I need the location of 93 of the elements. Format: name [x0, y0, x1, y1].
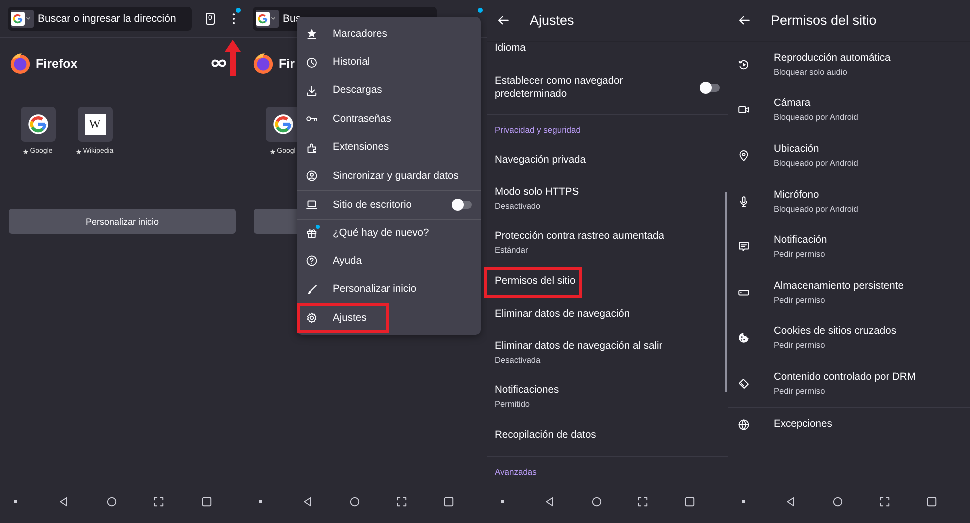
menu-item[interactable]: Marcadores — [297, 20, 481, 48]
screen-title: Ajustes — [530, 13, 574, 28]
menu-item[interactable]: Extensiones — [297, 134, 481, 162]
brush-icon — [306, 284, 318, 296]
settings-item[interactable]: Idioma — [487, 42, 728, 66]
home-icon[interactable] — [590, 496, 602, 508]
camera-icon — [738, 104, 750, 116]
screenshot-icon[interactable] — [396, 496, 408, 508]
recents-icon[interactable] — [443, 496, 455, 508]
settings-item[interactable]: Modo solo HTTPS Desactivado — [487, 177, 728, 221]
shortcut-tile[interactable]: W — [78, 107, 112, 142]
infinity-icon[interactable] — [210, 59, 228, 68]
customize-button[interactable]: Personalizar inicio — [9, 209, 236, 234]
back-icon[interactable] — [544, 496, 556, 508]
permission-item[interactable]: Cookies de sitios cruzados Pedir permiso — [728, 316, 970, 362]
permission-item[interactable]: Cámara Bloqueado por Android — [728, 88, 970, 134]
google-logo-icon — [28, 114, 48, 135]
recents-icon[interactable] — [926, 496, 938, 508]
location-icon — [738, 150, 750, 162]
recents-icon[interactable] — [201, 496, 213, 508]
brand-name: Fir — [279, 56, 295, 70]
microphone-icon — [738, 196, 750, 208]
screenshot-icon[interactable] — [637, 496, 650, 508]
firefox-logo-icon — [9, 52, 32, 75]
menu-item[interactable]: Descargas — [297, 76, 481, 106]
home-icon[interactable] — [349, 496, 361, 508]
globe-icon — [738, 418, 750, 431]
shortcut-tile[interactable] — [20, 107, 56, 142]
recents-icon[interactable] — [684, 496, 696, 508]
google-logo-icon — [11, 12, 25, 26]
star-icon — [270, 148, 276, 154]
menu-item[interactable]: Personalizar inicio — [297, 276, 481, 304]
permission-item[interactable]: Contenido controlado por DRM Pedir permiso — [728, 361, 970, 407]
menu-item[interactable]: Ajustes — [297, 304, 481, 332]
screenshot-icon[interactable] — [153, 496, 166, 508]
permission-item[interactable]: Almacenamiento persistente Pedir permiso — [728, 270, 970, 316]
puzzle-icon — [306, 142, 318, 154]
laptop-icon — [306, 199, 318, 212]
menu-item[interactable]: Sitio de escritorio — [297, 190, 481, 219]
settings-item[interactable]: Recopilación de datos — [487, 419, 728, 452]
permission-item[interactable]: Notificación Pedir permiso — [728, 224, 970, 270]
firefox-logo-icon — [252, 52, 275, 75]
cookie-icon — [738, 332, 750, 344]
toggle-switch[interactable] — [454, 201, 472, 210]
address-field[interactable]: Buscar o ingresar la dirección — [38, 12, 189, 24]
back-icon[interactable] — [785, 496, 797, 508]
settings-item[interactable]: Eliminar datos de navegación al salir Desactivada — [487, 331, 728, 375]
star-icon — [76, 148, 82, 154]
account-icon — [306, 170, 318, 182]
autoplay-icon — [738, 58, 750, 71]
back-icon[interactable] — [58, 496, 70, 508]
screen-title: Permisos del sitio — [771, 13, 877, 28]
help-icon — [306, 255, 318, 268]
permission-item[interactable]: Ubicación Bloqueado por Android — [728, 133, 970, 179]
settings-item[interactable]: Eliminar datos de navegación — [487, 298, 728, 331]
menu-item[interactable]: Ayuda — [297, 247, 481, 276]
back-arrow-icon[interactable] — [738, 14, 751, 27]
address-bar[interactable]: Buscar o ingresar la dirección — [8, 6, 192, 30]
menu-item[interactable]: Sincronizar y guardar datos — [297, 162, 481, 190]
menu-item[interactable]: Historial — [297, 48, 481, 77]
star-icon — [23, 148, 30, 154]
home-icon[interactable] — [832, 496, 844, 508]
download-icon — [306, 84, 318, 97]
settings-item[interactable]: Establecer como navegador predeterminado — [487, 66, 728, 110]
settings-item[interactable]: Navegación privada — [487, 144, 728, 177]
star-icon — [306, 28, 318, 40]
home-icon[interactable] — [106, 496, 118, 508]
gift-icon — [306, 227, 318, 240]
toggle-switch[interactable] — [702, 84, 720, 92]
settings-item[interactable]: Protección contra rastreo aumentada Estándar — [487, 221, 728, 265]
settings-item[interactable]: Permisos del sitio — [487, 265, 728, 298]
menu-item[interactable]: Contraseñas — [297, 105, 481, 134]
caret-icon — [25, 15, 32, 22]
permission-item[interactable]: Reproducción automática Bloquear solo audio — [728, 42, 970, 88]
google-logo-icon — [256, 12, 270, 26]
permission-item[interactable]: Micrófono Bloqueado por Android — [728, 178, 970, 224]
back-icon[interactable] — [302, 496, 314, 508]
permission-item[interactable]: Excepciones — [728, 406, 970, 442]
settings-item[interactable]: Notificaciones Permitido — [487, 375, 728, 419]
search-engine-button[interactable] — [256, 10, 279, 28]
tag-icon — [738, 378, 750, 390]
search-engine-button[interactable] — [11, 10, 34, 28]
menu-item[interactable]: ¿Qué hay de nuevo? — [297, 218, 481, 248]
scrollbar[interactable] — [725, 192, 727, 392]
gear-icon — [306, 312, 318, 324]
clock-icon — [306, 56, 318, 69]
back-arrow-icon[interactable] — [497, 14, 510, 27]
message-icon — [738, 241, 750, 254]
google-logo-icon — [272, 114, 294, 135]
caret-icon — [270, 15, 277, 22]
brand-name: Firefox — [36, 56, 78, 70]
wikipedia-logo: W — [84, 114, 106, 135]
screenshot-icon[interactable] — [879, 496, 891, 508]
